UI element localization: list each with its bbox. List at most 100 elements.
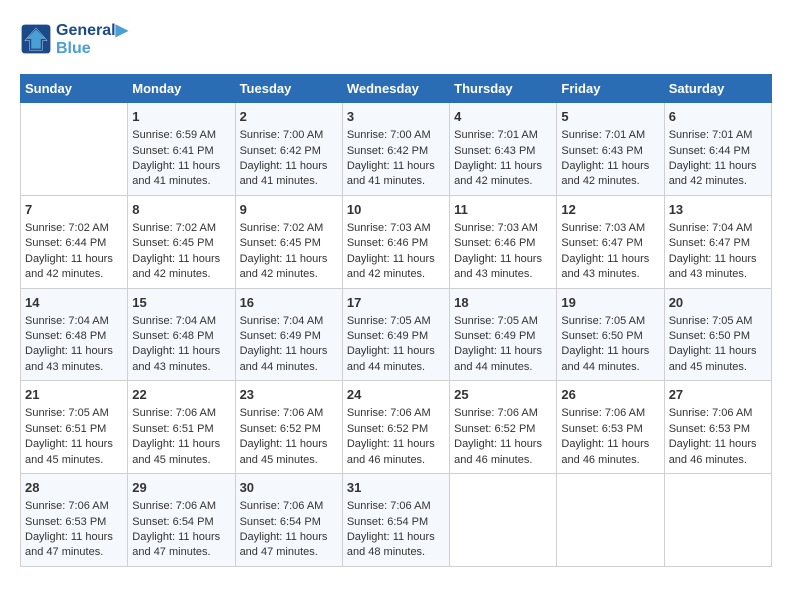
day-number: 19 (561, 294, 659, 312)
day-number: 22 (132, 386, 230, 404)
weekday-header-saturday: Saturday (664, 75, 771, 103)
daylight-text: Daylight: 11 hours and 42 minutes. (132, 253, 220, 280)
day-number: 7 (25, 201, 123, 219)
weekday-header-friday: Friday (557, 75, 664, 103)
weekday-header-monday: Monday (128, 75, 235, 103)
sunset-text: Sunset: 6:42 PM (347, 145, 428, 157)
calendar-week-row: 14Sunrise: 7:04 AMSunset: 6:48 PMDayligh… (21, 288, 772, 381)
day-number: 12 (561, 201, 659, 219)
day-number: 27 (669, 386, 767, 404)
sunset-text: Sunset: 6:54 PM (347, 516, 428, 528)
sunrise-text: Sunrise: 7:05 AM (454, 315, 538, 327)
daylight-text: Daylight: 11 hours and 44 minutes. (240, 345, 328, 372)
sunrise-text: Sunrise: 7:03 AM (347, 222, 431, 234)
weekday-header-wednesday: Wednesday (342, 75, 449, 103)
sunrise-text: Sunrise: 6:59 AM (132, 129, 216, 141)
sunrise-text: Sunrise: 7:06 AM (132, 407, 216, 419)
day-number: 25 (454, 386, 552, 404)
daylight-text: Daylight: 11 hours and 47 minutes. (132, 531, 220, 558)
sunrise-text: Sunrise: 7:04 AM (132, 315, 216, 327)
calendar-cell (557, 474, 664, 567)
sunset-text: Sunset: 6:47 PM (669, 237, 750, 249)
weekday-header-tuesday: Tuesday (235, 75, 342, 103)
sunset-text: Sunset: 6:51 PM (25, 423, 106, 435)
sunset-text: Sunset: 6:53 PM (669, 423, 750, 435)
calendar-cell: 10Sunrise: 7:03 AMSunset: 6:46 PMDayligh… (342, 195, 449, 288)
sunrise-text: Sunrise: 7:06 AM (561, 407, 645, 419)
sunrise-text: Sunrise: 7:05 AM (669, 315, 753, 327)
day-number: 24 (347, 386, 445, 404)
sunrise-text: Sunrise: 7:06 AM (240, 407, 324, 419)
calendar-cell: 28Sunrise: 7:06 AMSunset: 6:53 PMDayligh… (21, 474, 128, 567)
sunrise-text: Sunrise: 7:01 AM (669, 129, 753, 141)
calendar-cell: 24Sunrise: 7:06 AMSunset: 6:52 PMDayligh… (342, 381, 449, 474)
calendar-week-row: 7 Sunrise: 7:02 AM Sunset: 6:44 PM Daylight… (21, 195, 772, 288)
calendar-cell: 29 Sunrise: 7:06 AM Sunset: 6:54 PM Dayligh… (128, 474, 235, 567)
day-number: 9 (240, 201, 338, 219)
sunset-text: Sunset: 6:48 PM (132, 330, 213, 342)
calendar-cell: 21Sunrise: 7:05 AMSunset: 6:51 PMDayligh… (21, 381, 128, 474)
calendar-week-row: 21Sunrise: 7:05 AMSunset: 6:51 PMDayligh… (21, 381, 772, 474)
sunset-text: Sunset: 6:54 PM (132, 516, 213, 528)
day-number: 10 (347, 201, 445, 219)
sunset-text: Sunset: 6:52 PM (347, 423, 428, 435)
day-number: 13 (669, 201, 767, 219)
day-number: 18 (454, 294, 552, 312)
sunrise-text: Sunrise: 7:03 AM (454, 222, 538, 234)
sunrise-text: Sunrise: 7:00 AM (347, 129, 431, 141)
calendar-cell: 7Sunrise: 7:02 AMSunset: 6:44 PMDaylight… (21, 195, 128, 288)
sunset-text: Sunset: 6:49 PM (454, 330, 535, 342)
calendar-week-row: 1Sunrise: 6:59 AMSunset: 6:41 PMDaylight… (21, 103, 772, 196)
sunset-text: Sunset: 6:50 PM (561, 330, 642, 342)
daylight-text: Daylight: 11 hours and 43 minutes. (561, 253, 649, 280)
day-number: 1 (132, 108, 230, 126)
day-number: 6 (669, 108, 767, 126)
weekday-header-thursday: Thursday (450, 75, 557, 103)
sunrise-text: Sunrise: 7:01 AM (454, 129, 538, 141)
calendar-cell: 1Sunrise: 6:59 AMSunset: 6:41 PMDaylight… (128, 103, 235, 196)
daylight-text: Daylight: 11 hours and 41 minutes. (347, 160, 435, 187)
daylight-text: Daylight: 11 hours and 46 minutes. (454, 438, 542, 465)
calendar-cell: 11Sunrise: 7:03 AMSunset: 6:46 PMDayligh… (450, 195, 557, 288)
sunset-text: Sunset: 6:44 PM (25, 237, 106, 249)
sunset-text: Sunset: 6:52 PM (454, 423, 535, 435)
calendar-cell: 17Sunrise: 7:05 AMSunset: 6:49 PMDayligh… (342, 288, 449, 381)
day-number: 4 (454, 108, 552, 126)
daylight-text: Daylight: 11 hours and 42 minutes. (669, 160, 757, 187)
daylight-text: Daylight: 11 hours and 42 minutes. (347, 253, 435, 280)
sunset-text: Sunset: 6:47 PM (561, 237, 642, 249)
sunset-text: Sunset: 6:51 PM (132, 423, 213, 435)
day-number: 16 (240, 294, 338, 312)
sunset-text: Sunset: 6:48 PM (25, 330, 106, 342)
sunrise-text: Sunrise: 7:03 AM (561, 222, 645, 234)
calendar-cell (450, 474, 557, 567)
daylight-text: Daylight: 11 hours and 41 minutes. (132, 160, 220, 187)
sunset-text: Sunset: 6:45 PM (132, 237, 213, 249)
calendar-cell: 19 Sunrise: 7:05 AM Sunset: 6:50 PM Dayligh… (557, 288, 664, 381)
daylight-text: Daylight: 11 hours and 43 minutes. (132, 345, 220, 372)
calendar-cell: 6 Sunrise: 7:01 AM Sunset: 6:44 PM Daylight… (664, 103, 771, 196)
calendar-cell: 30Sunrise: 7:06 AMSunset: 6:54 PMDayligh… (235, 474, 342, 567)
daylight-text: Daylight: 11 hours and 43 minutes. (454, 253, 542, 280)
sunrise-text: Sunrise: 7:05 AM (561, 315, 645, 327)
calendar-cell: 15Sunrise: 7:04 AMSunset: 6:48 PMDayligh… (128, 288, 235, 381)
daylight-text: Daylight: 11 hours and 46 minutes. (347, 438, 435, 465)
calendar-cell: 23Sunrise: 7:06 AMSunset: 6:52 PMDayligh… (235, 381, 342, 474)
daylight-text: Daylight: 11 hours and 46 minutes. (669, 438, 757, 465)
daylight-text: Daylight: 11 hours and 43 minutes. (25, 345, 113, 372)
day-number: 23 (240, 386, 338, 404)
daylight-text: Daylight: 11 hours and 44 minutes. (347, 345, 435, 372)
sunset-text: Sunset: 6:44 PM (669, 145, 750, 157)
day-number: 20 (669, 294, 767, 312)
weekday-header-row: SundayMondayTuesdayWednesdayThursdayFrid… (21, 75, 772, 103)
sunrise-text: Sunrise: 7:06 AM (347, 500, 431, 512)
sunset-text: Sunset: 6:52 PM (240, 423, 321, 435)
daylight-text: Daylight: 11 hours and 42 minutes. (240, 253, 328, 280)
daylight-text: Daylight: 11 hours and 44 minutes. (561, 345, 649, 372)
sunset-text: Sunset: 6:49 PM (347, 330, 428, 342)
calendar-cell: 16Sunrise: 7:04 AMSunset: 6:49 PMDayligh… (235, 288, 342, 381)
day-number: 29 (132, 479, 230, 497)
calendar-cell: 2Sunrise: 7:00 AMSunset: 6:42 PMDaylight… (235, 103, 342, 196)
sunrise-text: Sunrise: 7:02 AM (132, 222, 216, 234)
sunrise-text: Sunrise: 7:06 AM (132, 500, 216, 512)
